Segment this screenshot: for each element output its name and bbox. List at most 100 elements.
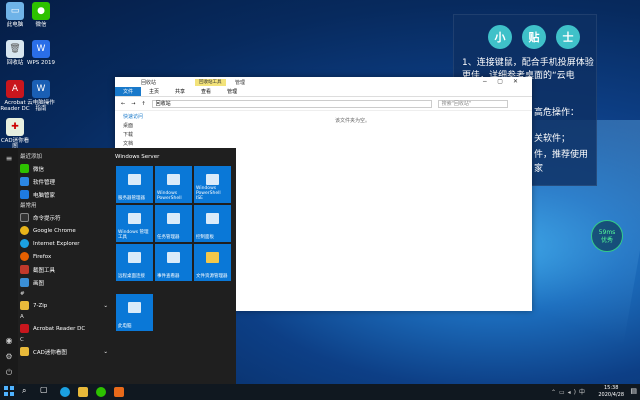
folder-icon bbox=[20, 347, 29, 356]
tile-this-pc[interactable]: 此电脑 bbox=[116, 294, 153, 331]
admin-tools-icon bbox=[128, 213, 141, 224]
app-item[interactable]: CAD迷你看图 ⌄ bbox=[20, 345, 108, 358]
server-manager-icon bbox=[128, 174, 141, 185]
tile-powershell-ise[interactable]: Windows PowerShell ISE bbox=[194, 166, 231, 203]
empty-folder-message: 该文件夹为空。 bbox=[335, 118, 371, 124]
tab-home[interactable]: 主页 bbox=[141, 88, 167, 95]
computer-icon bbox=[128, 302, 141, 313]
nav-quick-access[interactable]: 快速访问 bbox=[115, 113, 175, 122]
windows-start-icon[interactable] bbox=[4, 386, 14, 396]
acrobat-icon bbox=[20, 324, 29, 333]
hamburger-icon[interactable]: ≡ bbox=[0, 154, 18, 163]
explorer-titlebar[interactable]: 回收站工具 管理 回收站 −▢✕ bbox=[115, 77, 532, 87]
control-panel-icon bbox=[206, 213, 219, 224]
chrome-icon bbox=[20, 226, 29, 235]
tip-line-5: 家 bbox=[534, 164, 544, 174]
app-taskbar-icon[interactable] bbox=[114, 387, 124, 397]
app-item[interactable]: 画图 bbox=[20, 276, 108, 289]
cmd-icon bbox=[20, 213, 29, 222]
wps-icon: W bbox=[32, 40, 50, 58]
section-letter[interactable]: # bbox=[20, 289, 108, 299]
desktop-icon-cad[interactable]: ✚ CAD迷你看图 bbox=[0, 118, 30, 150]
tab-file[interactable]: 文件 bbox=[115, 87, 142, 96]
desktop-icon-cloud-guide[interactable]: W 云电脑操作指南 bbox=[26, 80, 56, 112]
wechat-taskbar-icon[interactable] bbox=[96, 387, 106, 397]
address-bar[interactable]: 回收站 bbox=[151, 99, 432, 108]
app-item[interactable]: Google Chrome bbox=[20, 224, 108, 237]
app-item[interactable]: Internet Explorer bbox=[20, 237, 108, 250]
taskbar: ⌕ ▢ ⌃▭◂)中 15:38 2020/4/28 ▤ bbox=[0, 384, 640, 400]
app-item[interactable]: Acrobat Reader DC bbox=[20, 322, 108, 335]
tile-event-viewer[interactable]: 事件查看器 bbox=[155, 244, 192, 281]
app-list: 最近添加 微信 软件管理 电脑管家 最常用 命令提示符 Google Chrom… bbox=[20, 152, 108, 358]
wechat-icon bbox=[20, 164, 29, 173]
tile-server-manager[interactable]: 服务器管理器 bbox=[116, 166, 153, 203]
tip-line-4: 件，推荐使用 bbox=[534, 150, 589, 160]
system-tray-icons[interactable]: ⌃▭◂)中 bbox=[551, 387, 588, 396]
start-menu[interactable]: ≡ ◉ ⚙ ⏻ 最近添加 微信 软件管理 电脑管家 最常用 命令提示符 Goog… bbox=[0, 148, 236, 384]
settings-icon[interactable]: ⚙ bbox=[0, 352, 18, 361]
section-letter[interactable]: A bbox=[20, 312, 108, 322]
app-item[interactable]: 电脑管家 bbox=[20, 188, 108, 201]
search-input[interactable]: 搜索"回收站" bbox=[437, 99, 508, 108]
navigation-pane: 快速访问 桌面 下载 文档 bbox=[115, 113, 175, 149]
firefox-icon bbox=[20, 252, 29, 261]
tip-line-2: 高危操作： bbox=[534, 108, 580, 118]
nav-downloads[interactable]: 下载 bbox=[115, 131, 175, 140]
chevron-down-icon: ⌄ bbox=[103, 348, 108, 355]
search-icon[interactable]: ⌕ bbox=[22, 386, 26, 396]
ie-taskbar-icon[interactable] bbox=[60, 387, 70, 397]
ie-icon bbox=[20, 239, 29, 248]
tip-line-3: 关软件； bbox=[534, 134, 571, 144]
computer-icon: ▭ bbox=[6, 2, 24, 20]
acrobat-icon: A bbox=[6, 80, 24, 98]
tile-powershell[interactable]: Windows PowerShell bbox=[155, 166, 192, 203]
document-icon: W bbox=[32, 80, 50, 98]
tab-share[interactable]: 共享 bbox=[167, 88, 193, 95]
network-latency-badge[interactable]: 59ms 优秀 bbox=[591, 220, 623, 252]
taskbar-clock[interactable]: 15:38 2020/4/28 bbox=[598, 385, 624, 399]
software-manager-icon bbox=[20, 177, 29, 186]
address-row: ← → ↑ 回收站 搜索"回收站" bbox=[115, 97, 532, 111]
recent-header: 最近添加 bbox=[20, 154, 43, 160]
tile-remote-desktop[interactable]: 远程桌面连接 bbox=[116, 244, 153, 281]
forward-icon[interactable]: → bbox=[131, 101, 135, 107]
tile-control-panel[interactable]: 控制面板 bbox=[194, 205, 231, 242]
context-tab-label[interactable]: 回收站工具 bbox=[195, 79, 226, 86]
section-letter[interactable]: C bbox=[20, 335, 108, 345]
back-icon[interactable]: ← bbox=[121, 101, 125, 107]
folder-icon bbox=[20, 301, 29, 310]
user-icon[interactable]: ◉ bbox=[0, 336, 18, 345]
remote-desktop-icon bbox=[128, 252, 141, 263]
notification-icon[interactable]: ▤ bbox=[630, 387, 637, 395]
app-item[interactable]: 7-Zip ⌄ bbox=[20, 299, 108, 312]
window-controls[interactable]: −▢✕ bbox=[482, 78, 528, 85]
powershell-icon bbox=[167, 174, 180, 185]
app-item[interactable]: 截图工具 bbox=[20, 263, 108, 276]
desktop-icon-wps[interactable]: W WPS 2019 bbox=[26, 40, 56, 66]
tile-admin-tools[interactable]: Windows 管理工具 bbox=[116, 205, 153, 242]
window-title: 回收站 bbox=[141, 80, 157, 86]
wechat-icon: ● bbox=[32, 2, 50, 20]
snipping-tool-icon bbox=[20, 265, 29, 274]
tile-file-explorer[interactable]: 文件资源管理器 bbox=[194, 244, 231, 281]
tab-manage[interactable]: 管理 bbox=[219, 88, 245, 95]
folder-taskbar-icon[interactable] bbox=[78, 387, 88, 397]
app-item[interactable]: 微信 bbox=[20, 162, 108, 175]
common-header: 最常用 bbox=[20, 203, 37, 209]
pc-manager-icon bbox=[20, 190, 29, 199]
desktop-icon-wechat[interactable]: ● 微信 bbox=[26, 2, 56, 28]
folder-icon bbox=[206, 252, 219, 263]
up-icon[interactable]: ↑ bbox=[141, 101, 145, 107]
power-icon[interactable]: ⏻ bbox=[0, 368, 18, 378]
recycle-bin-icon: 🗑 bbox=[6, 40, 24, 58]
tab-view[interactable]: 查看 bbox=[193, 88, 219, 95]
manage-title-tab: 管理 bbox=[235, 80, 246, 86]
app-item[interactable]: 软件管理 bbox=[20, 175, 108, 188]
app-item[interactable]: 命令提示符 bbox=[20, 211, 108, 224]
app-item[interactable]: Firefox bbox=[20, 250, 108, 263]
nav-desktop[interactable]: 桌面 bbox=[115, 122, 175, 131]
tile-task-manager[interactable]: 任务管理器 bbox=[155, 205, 192, 242]
task-view-icon[interactable]: ▢ bbox=[40, 385, 48, 394]
tip-title: 小 贴 士 bbox=[488, 25, 580, 49]
